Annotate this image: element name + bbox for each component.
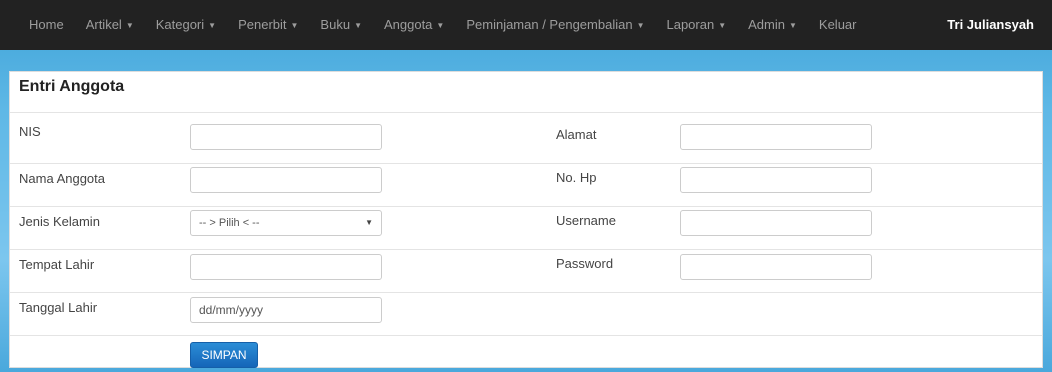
- nav-admin[interactable]: Admin ▼: [737, 0, 808, 51]
- nav-peminjaman[interactable]: Peminjaman / Pengembalian ▼: [455, 0, 655, 51]
- form-title: Entri Anggota: [19, 78, 125, 95]
- caret-down-icon: ▼: [208, 20, 217, 30]
- nav-home[interactable]: Home: [18, 0, 75, 50]
- no-hp-input[interactable]: [680, 167, 872, 193]
- nav-penerbit[interactable]: Penerbit ▼: [227, 0, 309, 51]
- caret-down-icon: ▼: [354, 20, 362, 30]
- caret-down-icon: ▼: [636, 20, 645, 30]
- row-divider: [10, 335, 1042, 336]
- row-divider: [10, 112, 1042, 113]
- nav-laporan[interactable]: Laporan ▼: [655, 0, 737, 51]
- nav-buku[interactable]: Buku ▼: [309, 0, 373, 51]
- nav-keluar-label: Keluar: [818, 17, 857, 32]
- user-name[interactable]: Tri Juliansyah: [947, 0, 1034, 50]
- row-divider: [10, 249, 1042, 250]
- caret-down-icon: ▼: [125, 20, 134, 30]
- password-label: Password: [556, 256, 614, 271]
- alamat-label: Alamat: [556, 127, 597, 142]
- nav-admin-label: Admin: [748, 16, 785, 32]
- row-divider: [10, 292, 1042, 293]
- nav-keluar[interactable]: Keluar: [808, 0, 868, 50]
- username-input[interactable]: [680, 210, 872, 236]
- nis-input[interactable]: [190, 124, 382, 150]
- username-label: Username: [556, 213, 616, 228]
- row-divider: [10, 163, 1042, 164]
- caret-down-icon: ▼: [436, 20, 445, 30]
- jenis-kelamin-value: -- > Pilih < --: [199, 217, 260, 229]
- nama-anggota-input[interactable]: [190, 167, 382, 193]
- caret-down-icon: ▼: [718, 20, 727, 30]
- nav-artikel-label: Artikel: [85, 16, 122, 32]
- nav-anggota[interactable]: Anggota ▼: [373, 0, 455, 51]
- jenis-kelamin-label: Jenis Kelamin: [19, 214, 100, 229]
- caret-down-icon: ▼: [290, 20, 299, 30]
- nav-kategori[interactable]: Kategori ▼: [145, 0, 227, 51]
- tanggal-lahir-input[interactable]: dd/mm/yyyy: [190, 297, 382, 323]
- nav-laporan-label: Laporan: [666, 16, 715, 32]
- nav-home-label: Home: [29, 17, 64, 32]
- alamat-input[interactable]: [680, 124, 872, 150]
- nav-peminjaman-label: Peminjaman / Pengembalian: [466, 16, 633, 32]
- tempat-lahir-label: Tempat Lahir: [19, 257, 95, 272]
- top-navbar: Home Artikel ▼ Kategori ▼ Penerbit ▼ Buku ▼ …: [0, 0, 1052, 50]
- nav-penerbit-label: Penerbit: [238, 16, 287, 32]
- tempat-lahir-input[interactable]: [190, 254, 382, 280]
- nav-buku-label: Buku: [320, 16, 351, 32]
- nav-kategori-label: Kategori: [155, 16, 205, 32]
- password-input[interactable]: [680, 254, 872, 280]
- nav-artikel[interactable]: Artikel ▼: [75, 0, 145, 51]
- jenis-kelamin-select[interactable]: -- > Pilih < -- ▼: [190, 210, 382, 236]
- no-hp-label: No. Hp: [556, 170, 597, 185]
- row-divider: [10, 206, 1042, 207]
- caret-down-icon: ▼: [788, 20, 797, 30]
- tanggal-lahir-label: Tanggal Lahir: [19, 300, 98, 315]
- dropdown-arrow-icon: ▼: [365, 218, 373, 227]
- entry-form-panel: Entri Anggota NIS Nama Anggota Jenis Kel…: [9, 71, 1043, 368]
- nama-anggota-label: Nama Anggota: [19, 171, 106, 186]
- nis-label: NIS: [19, 124, 41, 139]
- nav-anggota-label: Anggota: [383, 16, 433, 32]
- simpan-button[interactable]: SIMPAN: [190, 342, 258, 368]
